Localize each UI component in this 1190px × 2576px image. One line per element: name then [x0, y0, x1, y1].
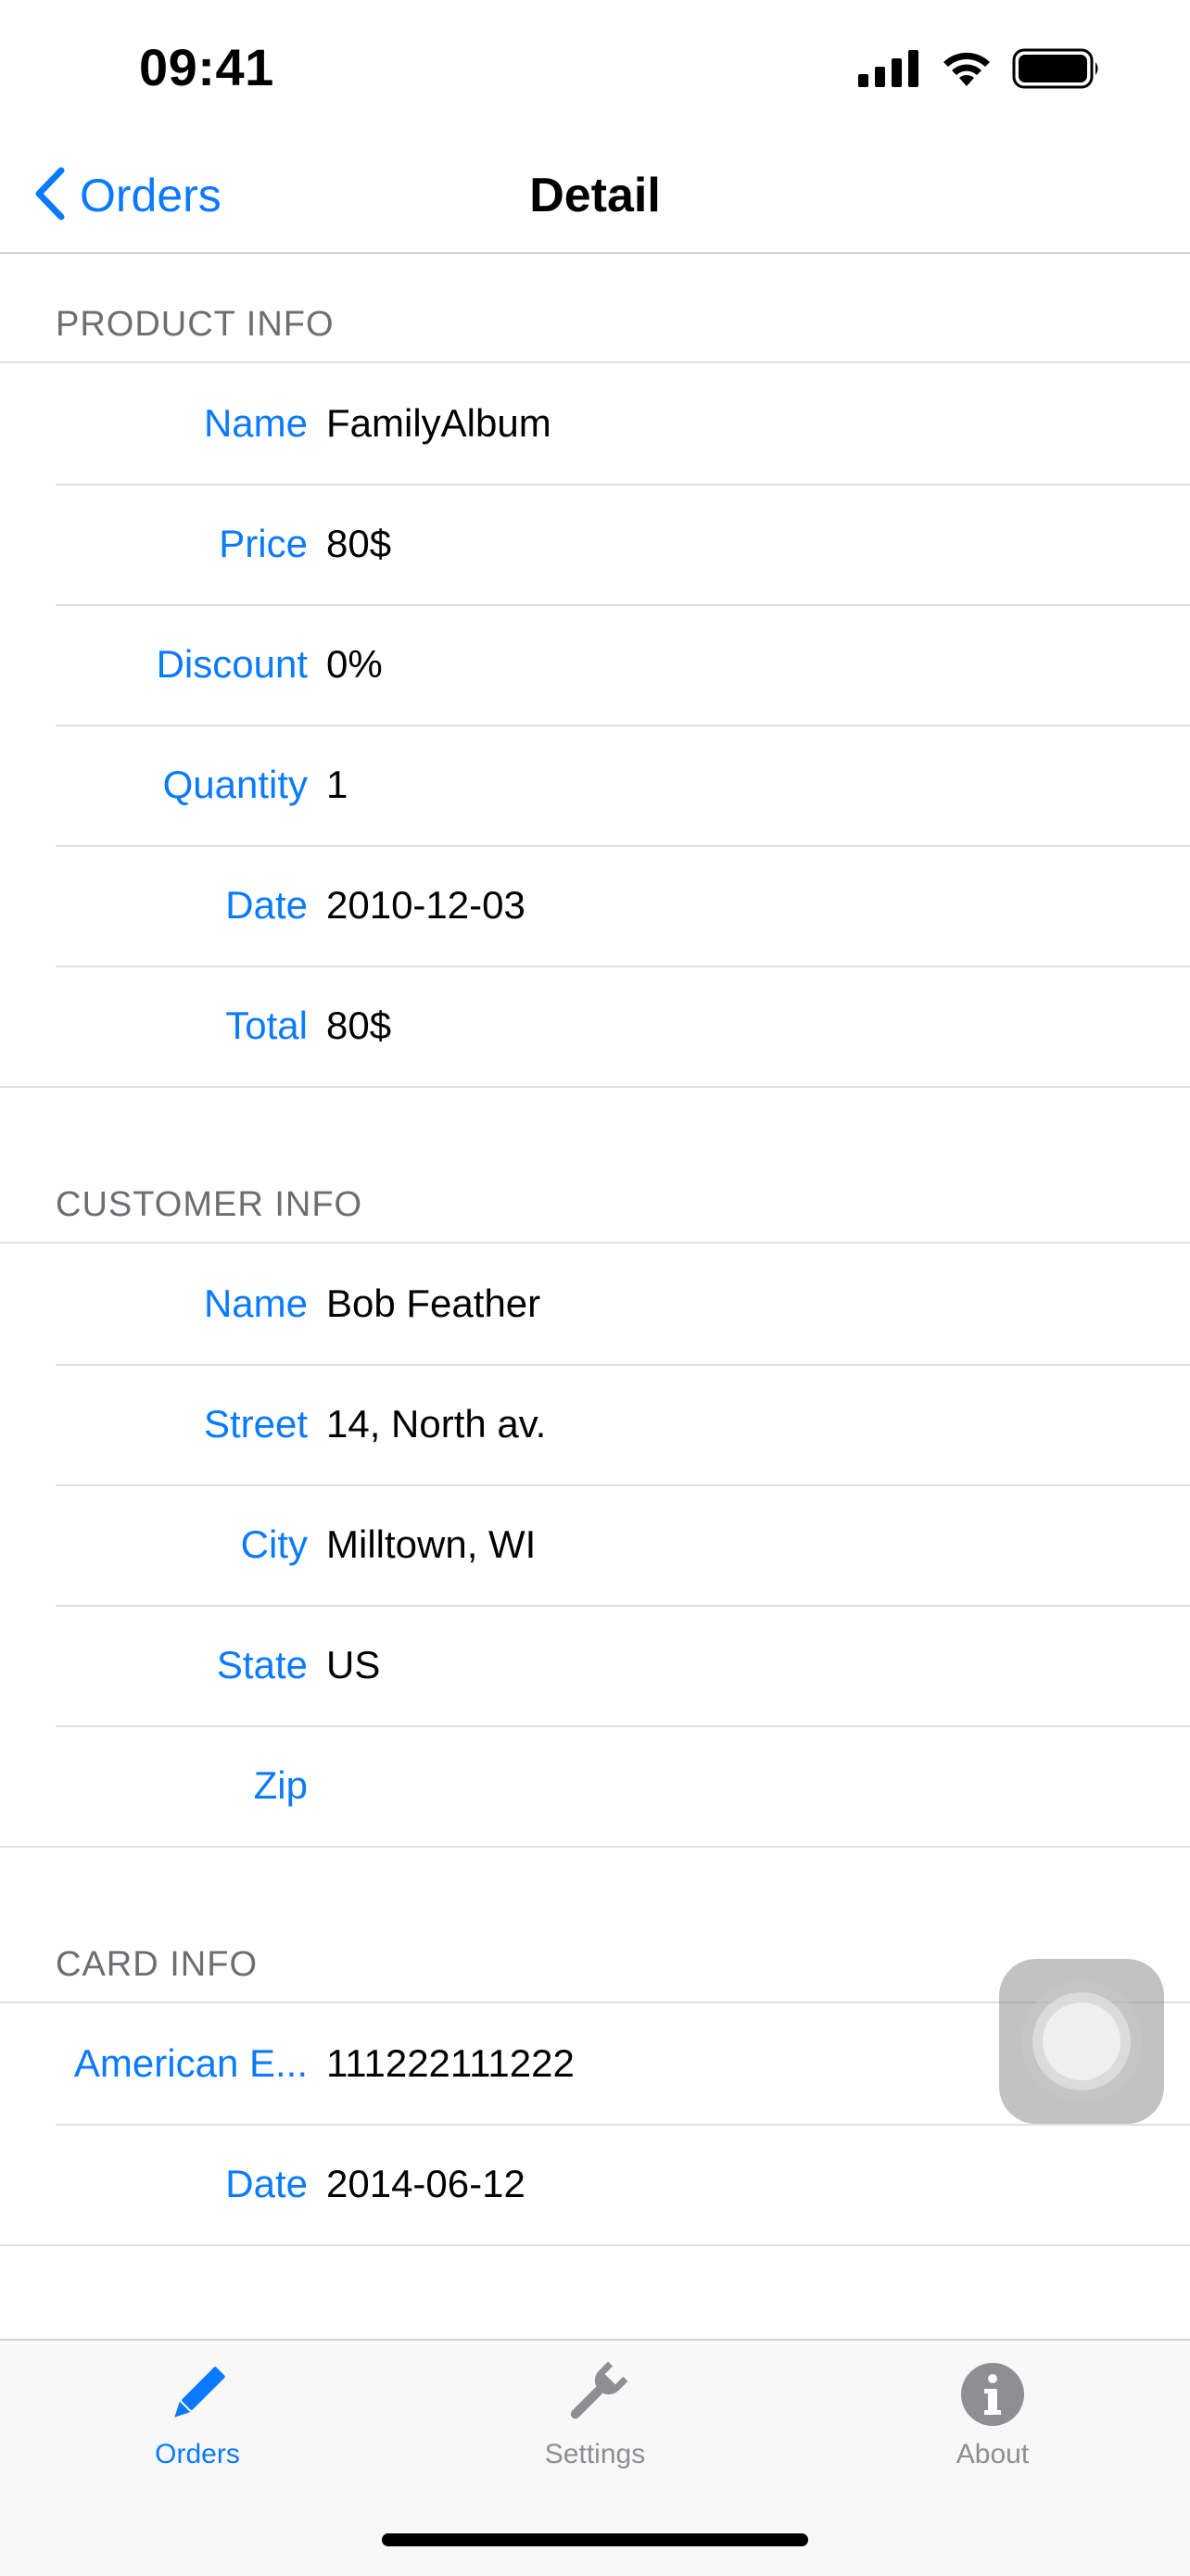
cellular-signal-icon [858, 50, 921, 92]
wifi-icon [940, 49, 994, 93]
section-product-info: Name FamilyAlbum Price 80$ Discount 0% Q… [0, 361, 1190, 1088]
row-label: Quantity [162, 763, 308, 806]
home-indicator [382, 2533, 808, 2546]
section-customer-info: Name Bob Feather Street 14, North av. Ci… [0, 1242, 1190, 1848]
row-label: Price [219, 522, 308, 565]
table-row[interactable]: Date 2010-12-03 [0, 845, 1190, 966]
row-label: State [216, 1643, 308, 1686]
table-row[interactable]: Price 80$ [0, 484, 1190, 604]
row-value: 111222111222 [326, 2041, 575, 2085]
pencil-icon [163, 2357, 232, 2431]
row-label: Name [203, 401, 308, 445]
tab-settings[interactable]: Settings [456, 2357, 734, 2496]
tab-about[interactable]: About [854, 2357, 1132, 2496]
tab-bar: Orders Settings About [0, 2339, 1190, 2576]
row-value: Milltown, WI [326, 1522, 537, 1566]
row-value: 1 [326, 763, 348, 806]
table-row[interactable]: Street 14, North av. [0, 1364, 1190, 1484]
section-header-customer-info: CUSTOMER INFO [0, 1134, 1190, 1242]
row-label: Street [203, 1402, 308, 1446]
row-label: Discount [156, 642, 308, 686]
table-row[interactable]: Total 80$ [0, 966, 1190, 1086]
row-label: Zip [253, 1763, 308, 1807]
table-row[interactable]: Date 2014-06-12 [0, 2124, 1190, 2244]
assistive-touch-button[interactable] [999, 1959, 1164, 2124]
row-value: 80$ [326, 522, 392, 565]
wrench-icon [561, 2357, 629, 2431]
table-row[interactable]: Zip [0, 1725, 1190, 1846]
table-row[interactable]: Quantity 1 [0, 725, 1190, 845]
page-title: Detail [529, 169, 661, 222]
status-time: 09:41 [139, 38, 274, 96]
row-label: Date [225, 2162, 308, 2205]
section-header-label: CARD INFO [56, 1945, 258, 1984]
row-label: Total [225, 1004, 308, 1047]
table-row[interactable]: Discount 0% [0, 604, 1190, 725]
row-value: US [326, 1643, 381, 1686]
navigation-bar: Orders Detail [0, 139, 1190, 254]
tab-label: Settings [544, 2439, 646, 2469]
table-row[interactable]: State US [0, 1605, 1190, 1725]
row-value: 2010-12-03 [326, 883, 525, 927]
status-bar: 09:41 [0, 0, 1190, 139]
info-icon [958, 2357, 1027, 2431]
row-value: 2014-06-12 [326, 2162, 525, 2205]
table-row[interactable]: Name Bob Feather [0, 1244, 1190, 1364]
battery-icon [1012, 48, 1101, 94]
row-value: 0% [326, 642, 383, 686]
row-label: City [240, 1522, 308, 1566]
table-row[interactable]: City Milltown, WI [0, 1484, 1190, 1605]
section-header-product-info: PRODUCT INFO [0, 254, 1190, 361]
section-header-label: PRODUCT INFO [56, 305, 335, 344]
row-value: Bob Feather [326, 1282, 541, 1325]
table-row[interactable]: Name FamilyAlbum [0, 363, 1190, 484]
tab-label: About [956, 2439, 1030, 2469]
row-value: 80$ [326, 1004, 392, 1047]
tab-orders[interactable]: Orders [58, 2357, 336, 2496]
tab-label: Orders [155, 2439, 240, 2469]
section-header-label: CUSTOMER INFO [56, 1185, 363, 1224]
row-value: 14, North av. [326, 1402, 547, 1446]
row-label: Date [225, 883, 308, 927]
status-icons [858, 48, 1101, 94]
row-label: American E... [73, 2041, 308, 2085]
assistive-touch-ring-icon [1021, 1981, 1142, 2102]
row-value: FamilyAlbum [326, 401, 551, 445]
row-label: Name [203, 1282, 308, 1325]
